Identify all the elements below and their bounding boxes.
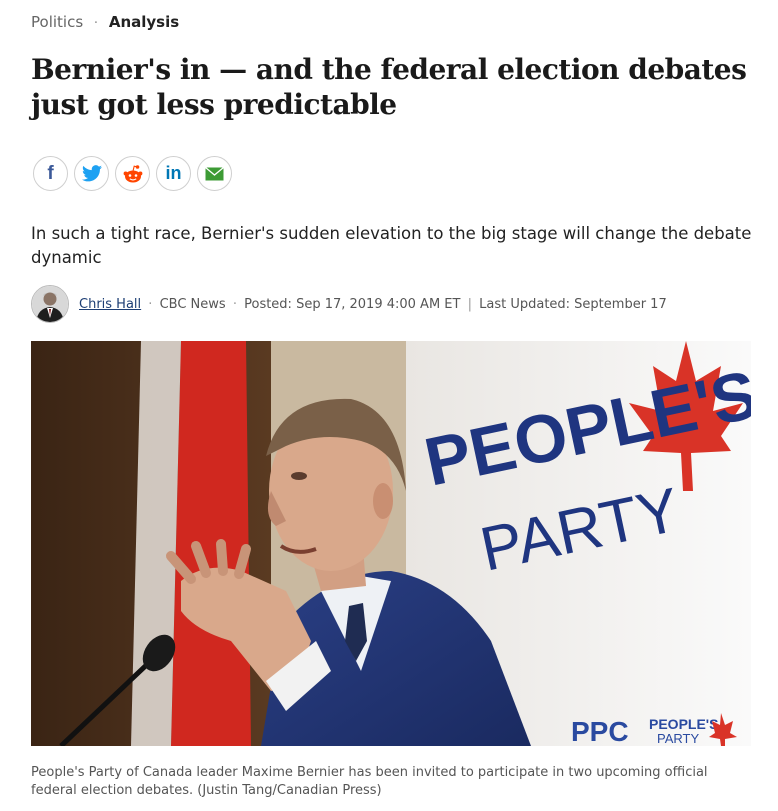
byline-divider: | [467,296,472,312]
share-reddit-button[interactable] [115,156,150,191]
email-icon [205,166,224,180]
podium-text-peoples: PEOPLE'S [649,716,718,732]
share-email-button[interactable] [197,156,232,191]
author-avatar[interactable] [31,285,69,323]
updated-timestamp: Last Updated: September 17 [479,296,667,312]
share-bar: f in [33,156,232,191]
facebook-icon: f [47,162,54,184]
article-summary: In such a tight race, Bernier's sudden e… [31,224,752,267]
author-link[interactable]: Chris Hall [79,297,141,312]
byline: Chris Hall · CBC News · Posted: Sep 17, … [31,285,667,323]
reddit-icon [123,164,142,182]
breadcrumb: Politics · Analysis [31,12,179,34]
podium-text-ppc: PPC [571,716,629,746]
byline-separator: · [148,296,153,312]
share-linkedin-button[interactable]: in [156,156,191,191]
breadcrumb-separator: · [93,16,99,31]
outlet-name: CBC News [159,296,226,312]
breadcrumb-analysis-label: Analysis [108,13,180,31]
linkedin-icon: in [165,163,182,183]
twitter-icon [81,165,102,182]
byline-separator: · [232,296,237,312]
podium-text-party: PARTY [657,731,699,746]
hero-image: PEOPLE'S PARTY PPC PEOPLE'S PARTY [31,341,751,746]
share-facebook-button[interactable]: f [33,156,68,191]
page-title: Bernier's in — and the federal election … [31,53,747,121]
posted-timestamp: Posted: Sep 17, 2019 4:00 AM ET [244,296,461,312]
breadcrumb-politics-link[interactable]: Politics [31,13,83,31]
share-twitter-button[interactable] [74,156,109,191]
image-caption: People's Party of Canada leader Maxime B… [31,765,708,798]
